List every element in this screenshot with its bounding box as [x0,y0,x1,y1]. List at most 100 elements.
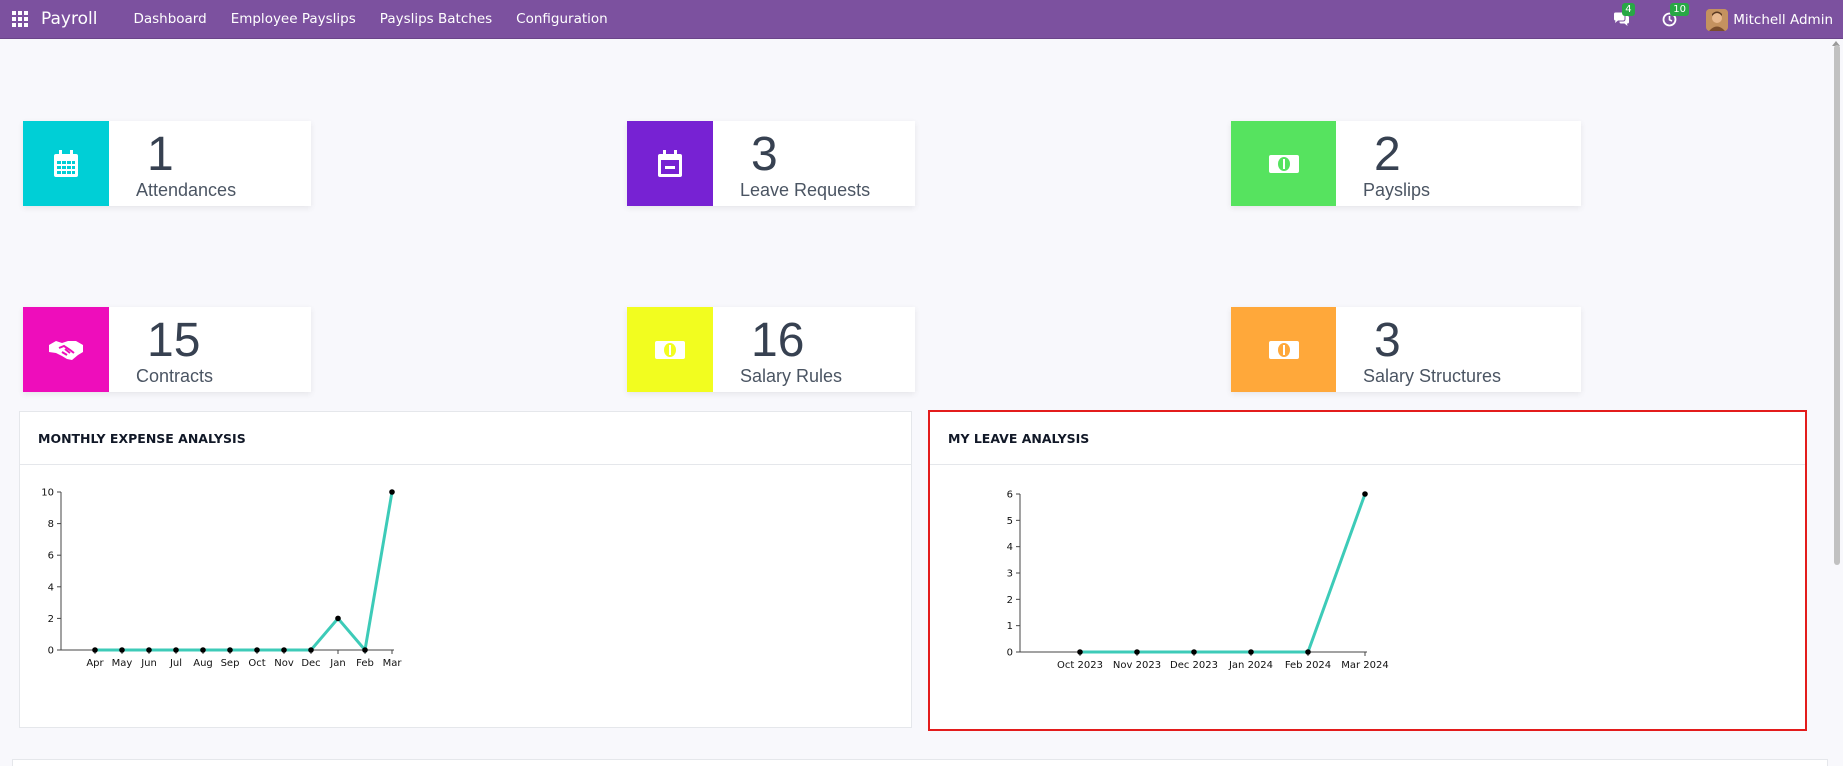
panel-title: MONTHLY EXPENSE ANALYSIS [20,412,911,465]
y-tick-label: 2 [1007,595,1013,606]
kpi-label: Attendances [136,180,237,200]
kpi-value: 16 [751,314,805,367]
menu-configuration[interactable]: Configuration [504,0,620,39]
kpi-salary-structures-icon-box [1231,307,1336,392]
kpi-label: Contracts [136,366,214,386]
x-tick-label: Oct [248,658,265,669]
y-tick-label: 0 [48,646,54,657]
my-leave-chart: 0 1 2 3 4 5 6 Oct 2023 Nov 2023 Dec 2023 Jan 2024 F… [1007,490,1389,672]
menu-dashboard[interactable]: Dashboard [121,0,218,39]
data-point [146,647,152,653]
bottom-panel [12,759,1828,766]
calendar-icon [54,149,78,177]
x-tick-label: Dec 2023 [1170,660,1218,671]
x-tick-label: Feb [356,658,374,669]
kpi-contracts[interactable]: 15 Contracts [23,307,311,392]
activities-badge: 10 [1670,2,1689,16]
x-tick-label: Jan [329,658,345,669]
kpi-leave-requests-icon-box [627,121,713,206]
x-tick-label: Nov [274,658,294,669]
messages-button[interactable]: 4 [1610,2,1635,31]
y-tick-label: 4 [48,582,54,593]
my-leave-panel: MY LEAVE ANALYSIS 0 1 2 3 4 5 6 Oct 2023 Nov 202… [928,410,1807,731]
x-tick-label: Jun [140,658,157,669]
y-tick-label: 3 [1007,569,1013,580]
data-point [1248,649,1254,655]
y-tick-label: 1 [1007,621,1013,632]
y-tick-label: 8 [48,519,54,530]
kpi-value: 1 [147,128,174,181]
kpi-label: Salary Structures [1363,366,1502,386]
handshake-icon [49,340,83,360]
vertical-scrollbar[interactable] [1834,45,1840,565]
series-line [95,491,394,654]
data-point [1077,649,1083,655]
top-navbar: Payroll Dashboard Employee Payslips Pays… [0,0,1843,39]
kpi-value: 2 [1374,128,1401,181]
kpi-value: 3 [1374,314,1401,367]
kpi-leave-requests[interactable]: 3 Leave Requests [627,121,915,206]
x-tick-label: Apr [86,658,104,669]
data-point [1305,649,1311,655]
x-tick-label: Mar [383,658,403,669]
kpi-value: 3 [751,128,778,181]
kpi-attendances-icon-box [23,121,109,206]
data-point [335,615,341,622]
apps-menu-icon[interactable] [12,11,28,27]
x-tick-label: Oct 2023 [1057,660,1103,671]
data-point [1134,649,1140,655]
x-tick-label: Nov 2023 [1113,660,1161,671]
user-name: Mitchell Admin [1733,11,1833,28]
kpi-value: 15 [147,314,201,367]
panel-title: MY LEAVE ANALYSIS [930,412,1805,465]
x-tick-label: Jul [169,658,182,669]
data-point [200,647,206,653]
x-tick-label: Aug [193,658,213,669]
data-point [308,647,314,653]
data-point [389,489,395,495]
kpi-contracts-icon-box [23,307,109,392]
user-menu[interactable]: Mitchell Admin [1706,8,1833,31]
kpi-label: Leave Requests [740,180,871,200]
y-tick-label: 5 [1007,516,1013,527]
data-point [92,647,98,653]
menu-payslips-batches[interactable]: Payslips Batches [368,0,504,39]
kpi-label: Payslips [1363,180,1431,200]
menu-employee-payslips[interactable]: Employee Payslips [219,0,368,39]
x-tick-label: Sep [221,658,240,669]
kpi-payslips-icon-box [1231,121,1336,206]
series-line [1080,493,1367,654]
x-tick-label: Mar 2024 [1341,660,1389,671]
data-point [173,647,179,653]
data-point [254,647,260,653]
kpi-attendances[interactable]: 1 Attendances [23,121,311,206]
x-tick-label: Jan 2024 [1228,660,1273,671]
kpi-salary-rules-icon-box [627,307,713,392]
money-icon [1268,154,1299,173]
y-tick-label: 4 [1007,542,1013,553]
activities-button[interactable]: 10 [1658,2,1689,31]
x-tick-label: Dec [301,658,320,669]
data-point [119,647,125,653]
kpi-salary-structures[interactable]: 3 Salary Structures [1231,307,1581,392]
money-icon [655,340,685,359]
x-tick-label: May [112,658,133,669]
data-point [281,647,287,653]
x-tick-label: Feb 2024 [1285,660,1331,671]
app-brand[interactable]: Payroll [41,9,97,29]
data-point [227,647,233,653]
money-icon [1268,340,1299,359]
kpi-label: Salary Rules [740,366,843,386]
data-point [1191,649,1197,655]
y-tick-label: 2 [48,614,54,625]
kpi-salary-rules[interactable]: 16 Salary Rules [627,307,915,392]
messages-badge: 4 [1622,2,1635,16]
y-tick-label: 0 [1007,648,1013,659]
y-tick-label: 6 [48,551,54,562]
monthly-expense-chart: 0 2 4 6 8 10 Apr May Jun Jul Aug Sep Oct Nov Dec Jan Feb… [41,488,403,670]
kpi-payslips[interactable]: 2 Payslips [1231,121,1581,206]
data-point [1362,491,1368,497]
data-point [362,647,368,653]
avatar [1706,8,1729,31]
y-tick-label: 10 [41,488,54,499]
